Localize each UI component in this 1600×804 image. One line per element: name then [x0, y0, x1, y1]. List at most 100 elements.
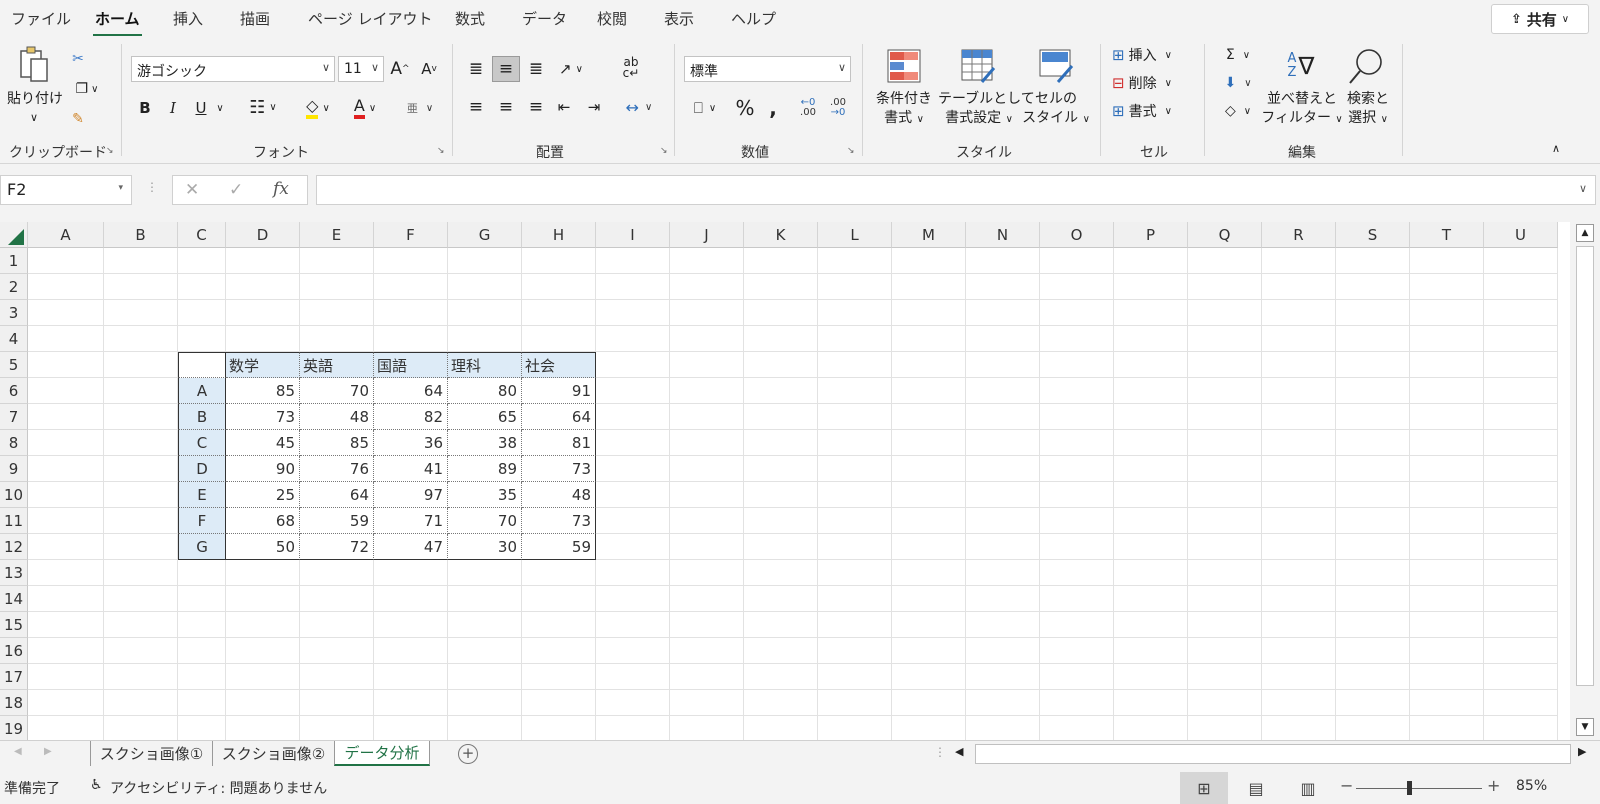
table-value-cell[interactable]: 41: [374, 456, 448, 482]
drag-handle-icon[interactable]: ⋮: [934, 745, 946, 759]
tab-insert[interactable]: 挿入: [173, 8, 203, 29]
align-right-icon[interactable]: ≡: [524, 94, 548, 120]
row-header[interactable]: 11: [0, 508, 28, 534]
table-header-cell[interactable]: 数学: [226, 352, 300, 378]
table-value-cell[interactable]: 73: [522, 456, 596, 482]
table-row-label[interactable]: E: [178, 482, 226, 508]
table-row-label[interactable]: G: [178, 534, 226, 560]
table-header-cell[interactable]: 国語: [374, 352, 448, 378]
copy-icon[interactable]: ❐ ∨: [66, 78, 108, 100]
row-header[interactable]: 19: [0, 716, 28, 740]
column-header[interactable]: Q: [1188, 222, 1262, 248]
tab-file[interactable]: ファイル: [11, 8, 71, 29]
table-value-cell[interactable]: 35: [448, 482, 522, 508]
cell-styles-icon[interactable]: [1036, 46, 1076, 86]
column-header[interactable]: D: [226, 222, 300, 248]
column-header[interactable]: O: [1040, 222, 1114, 248]
table-value-cell[interactable]: 68: [226, 508, 300, 534]
enter-icon[interactable]: ✓: [229, 180, 243, 200]
borders-icon[interactable]: ☷ ∨: [242, 94, 284, 120]
table-value-cell[interactable]: 85: [300, 430, 374, 456]
format-as-table-label-1[interactable]: テーブルとして: [938, 90, 1035, 109]
table-header-cell[interactable]: 社会: [522, 352, 596, 378]
font-size-dropdown[interactable]: 11 ∨: [338, 56, 384, 82]
format-cells-button[interactable]: ⊞ 書式 ∨: [1112, 100, 1192, 122]
table-value-cell[interactable]: 25: [226, 482, 300, 508]
column-header[interactable]: C: [178, 222, 226, 248]
paste-chevron-icon[interactable]: ∨: [7, 108, 61, 127]
vertical-scrollbar[interactable]: ▲ ▼: [1570, 222, 1600, 740]
row-header[interactable]: 12: [0, 534, 28, 560]
scroll-down-icon[interactable]: ▼: [1576, 718, 1594, 736]
increase-font-icon[interactable]: A ^: [390, 56, 410, 82]
merge-center-icon[interactable]: ↔ ∨: [618, 94, 660, 120]
column-header[interactable]: P: [1114, 222, 1188, 248]
increase-indent-icon[interactable]: ⇥: [582, 94, 606, 120]
table-value-cell[interactable]: 50: [226, 534, 300, 560]
select-all-corner[interactable]: [0, 222, 28, 248]
delete-cells-button[interactable]: ⊟ 削除 ∨: [1112, 72, 1192, 94]
fill-icon[interactable]: ⬇ ∨: [1218, 72, 1258, 94]
row-header[interactable]: 10: [0, 482, 28, 508]
clipboard-launcher-icon[interactable]: ↘: [106, 146, 114, 156]
table-value-cell[interactable]: 71: [374, 508, 448, 534]
find-select-label-2[interactable]: 選択 ∨: [1336, 109, 1400, 129]
drag-handle-icon[interactable]: ⋮: [146, 180, 158, 194]
sort-filter-icon[interactable]: A Z ∇: [1280, 46, 1322, 86]
sheet-tab-active[interactable]: データ分析: [334, 741, 430, 766]
scroll-up-icon[interactable]: ▲: [1576, 224, 1594, 242]
share-button[interactable]: ⇪ 共有 ∨: [1491, 4, 1589, 34]
column-header[interactable]: J: [670, 222, 744, 248]
column-header[interactable]: E: [300, 222, 374, 248]
cut-icon[interactable]: ✂: [68, 48, 88, 70]
wrap-text-icon[interactable]: ab c↵: [619, 52, 643, 84]
table-value-cell[interactable]: 64: [374, 378, 448, 404]
table-value-cell[interactable]: 73: [522, 508, 596, 534]
column-header[interactable]: L: [818, 222, 892, 248]
table-value-cell[interactable]: 89: [448, 456, 522, 482]
table-value-cell[interactable]: 59: [300, 508, 374, 534]
insert-cells-button[interactable]: ⊞ 挿入 ∨: [1112, 44, 1192, 66]
row-header[interactable]: 17: [0, 664, 28, 690]
conditional-formatting-label-1[interactable]: 条件付き: [872, 90, 936, 109]
table-value-cell[interactable]: 59: [522, 534, 596, 560]
comma-style-icon[interactable]: ,: [764, 94, 782, 122]
decrease-font-icon[interactable]: Av: [418, 56, 440, 82]
sheet-tab[interactable]: スクショ画像①: [90, 741, 212, 766]
paste-label[interactable]: 貼り付け: [7, 90, 63, 109]
horizontal-scrollbar[interactable]: [975, 744, 1571, 764]
table-header-cell[interactable]: 英語: [300, 352, 374, 378]
find-select-label-1[interactable]: 検索と: [1336, 90, 1400, 109]
row-header[interactable]: 18: [0, 690, 28, 716]
format-as-table-icon[interactable]: [958, 46, 998, 86]
conditional-formatting-label-2[interactable]: 書式 ∨: [872, 109, 936, 129]
table-value-cell[interactable]: 30: [448, 534, 522, 560]
prev-sheet-icon[interactable]: ◀: [14, 746, 22, 757]
format-painter-icon[interactable]: ✎: [66, 108, 90, 130]
align-top-icon[interactable]: ≣: [464, 56, 488, 82]
insert-function-icon[interactable]: fx: [273, 179, 289, 199]
scroll-left-icon[interactable]: ◀: [955, 745, 963, 758]
name-box[interactable]: F2 ▾: [0, 175, 132, 205]
table-value-cell[interactable]: 48: [522, 482, 596, 508]
row-header[interactable]: 2: [0, 274, 28, 300]
table-value-cell[interactable]: 64: [522, 404, 596, 430]
zoom-slider-handle[interactable]: [1407, 781, 1412, 795]
table-value-cell[interactable]: 73: [226, 404, 300, 430]
table-value-cell[interactable]: 70: [448, 508, 522, 534]
cell-styles-label-1[interactable]: セルの: [1024, 90, 1088, 109]
table-value-cell[interactable]: 38: [448, 430, 522, 456]
column-header[interactable]: N: [966, 222, 1040, 248]
zoom-in-icon[interactable]: +: [1487, 776, 1500, 795]
bold-button[interactable]: B: [137, 96, 153, 120]
formula-input[interactable]: ∨: [316, 175, 1596, 205]
table-value-cell[interactable]: 90: [226, 456, 300, 482]
cell-styles-label-2[interactable]: スタイル ∨: [1020, 109, 1092, 129]
percent-icon[interactable]: %: [734, 94, 756, 122]
zoom-slider[interactable]: [1356, 788, 1482, 789]
tab-draw[interactable]: 描画: [240, 8, 270, 29]
table-row-label[interactable]: B: [178, 404, 226, 430]
alignment-launcher-icon[interactable]: ↘: [660, 146, 668, 156]
tab-page-layout[interactable]: ページ レイアウト: [308, 8, 432, 29]
column-header[interactable]: G: [448, 222, 522, 248]
